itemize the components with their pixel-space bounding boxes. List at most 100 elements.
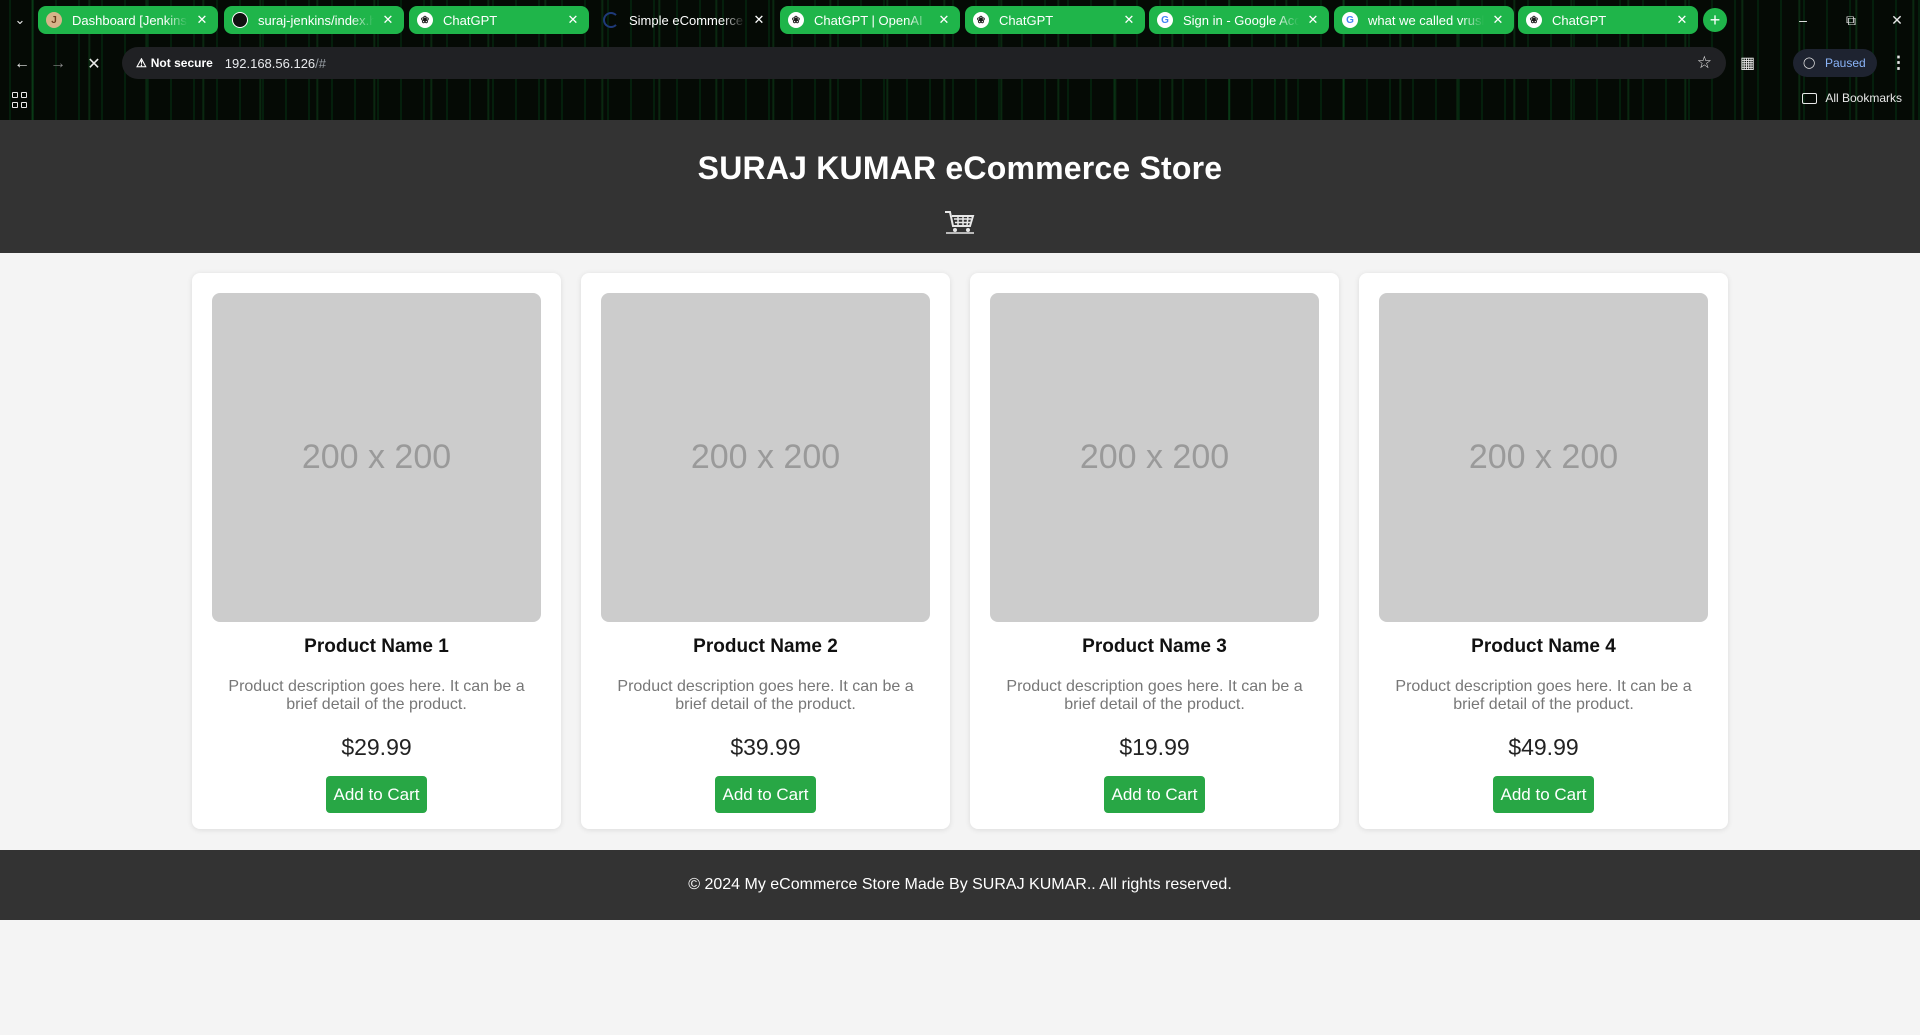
close-icon[interactable]: ✕ xyxy=(1305,12,1321,28)
google-icon: G xyxy=(1157,12,1173,28)
back-arrow-icon[interactable]: ← xyxy=(8,50,36,78)
restore-icon[interactable]: ⧉ xyxy=(1828,6,1874,34)
profile-button[interactable]: ◯ Paused xyxy=(1793,49,1877,77)
add-to-cart-button[interactable]: Add to Cart xyxy=(326,776,427,813)
openai-icon: ❀ xyxy=(973,12,989,28)
tab[interactable]: ❀ ChatGPT | OpenAI ✕ xyxy=(780,6,960,34)
product-description: Product description goes here. It can be… xyxy=(1006,678,1303,713)
product-card: 200 x 200 Product Name 2 Product descrip… xyxy=(581,273,950,829)
tab-title: Dashboard [Jenkins] xyxy=(72,12,188,28)
apps-grid-icon[interactable] xyxy=(10,90,30,110)
page-title: SURAJ KUMAR eCommerce Store xyxy=(697,150,1223,186)
tab-title: ChatGPT xyxy=(443,12,498,28)
close-icon[interactable]: ✕ xyxy=(1121,12,1137,28)
close-icon[interactable]: ✕ xyxy=(1674,12,1690,28)
openai-icon: ❀ xyxy=(788,12,804,28)
bookmark-star-icon[interactable]: ☆ xyxy=(1697,53,1712,73)
product-image-placeholder: 200 x 200 xyxy=(990,293,1319,622)
product-name: Product Name 2 xyxy=(693,636,838,657)
tab-title: what we called vrushabh xyxy=(1368,12,1484,28)
product-image-placeholder: 200 x 200 xyxy=(1379,293,1708,622)
tab[interactable]: suraj-jenkins/index.html ✕ xyxy=(224,6,404,34)
google-icon: G xyxy=(1342,12,1358,28)
jenkins-icon: J xyxy=(46,12,62,28)
tab-title: ChatGPT | OpenAI xyxy=(814,12,923,28)
image-placeholder-text: 200 x 200 xyxy=(301,438,452,476)
image-placeholder-text: 200 x 200 xyxy=(1468,438,1619,476)
site-header: SURAJ KUMAR eCommerce Store xyxy=(0,120,1920,253)
stop-loading-icon[interactable]: ✕ xyxy=(80,50,108,78)
product-price: $19.99 xyxy=(1119,734,1190,760)
tab-title: Sign in - Google Accounts xyxy=(1183,12,1299,28)
product-image-placeholder: 200 x 200 xyxy=(212,293,541,622)
shopping-cart-icon[interactable] xyxy=(944,209,976,240)
new-tab-button[interactable]: + xyxy=(1703,8,1727,32)
tab-strip: ⌄ J Dashboard [Jenkins] ✕ suraj-jenkins/… xyxy=(0,0,1920,40)
extensions-icon[interactable]: ▦ xyxy=(1740,53,1755,73)
tab-search-chevron-icon[interactable]: ⌄ xyxy=(8,8,32,32)
product-grid: 200 x 200 Product Name 1 Product descrip… xyxy=(0,253,1920,829)
product-price: $39.99 xyxy=(730,734,801,760)
close-icon[interactable]: ✕ xyxy=(936,12,952,28)
tab[interactable]: G Sign in - Google Accounts ✕ xyxy=(1149,6,1329,34)
product-price: $49.99 xyxy=(1508,734,1579,760)
tab-title: ChatGPT xyxy=(999,12,1054,28)
all-bookmarks-label: All Bookmarks xyxy=(1825,91,1902,105)
close-window-icon[interactable]: ✕ xyxy=(1874,6,1920,34)
bookmarks-bar: All Bookmarks xyxy=(0,86,1920,114)
image-placeholder-text: 200 x 200 xyxy=(690,438,841,476)
product-card: 200 x 200 Product Name 1 Product descrip… xyxy=(192,273,561,829)
more-menu-icon[interactable]: ⋮ xyxy=(1890,53,1907,73)
product-card: 200 x 200 Product Name 4 Product descrip… xyxy=(1359,273,1728,829)
tab-title: suraj-jenkins/index.html xyxy=(258,12,374,28)
close-icon[interactable]: ✕ xyxy=(194,12,210,28)
tab-active[interactable]: Simple eCommerce Page ✕ xyxy=(595,6,775,34)
profile-icon: ◯ xyxy=(1803,57,1816,69)
browser-toolbar: ← → ✕ ⚠ Not secure 192.168.56.126/# ☆ ▦ … xyxy=(0,44,1920,82)
product-image-placeholder: 200 x 200 xyxy=(601,293,930,622)
url-path: /# xyxy=(315,55,327,71)
tab[interactable]: ❀ ChatGPT ✕ xyxy=(965,6,1145,34)
product-description: Product description goes here. It can be… xyxy=(1395,678,1692,713)
site-footer: © 2024 My eCommerce Store Made By SURAJ … xyxy=(0,850,1920,920)
product-name: Product Name 4 xyxy=(1471,636,1616,657)
security-indicator[interactable]: ⚠ Not secure xyxy=(130,56,221,70)
page-viewport: SURAJ KUMAR eCommerce Store 200 x 200 Pr… xyxy=(0,120,1920,1035)
close-icon[interactable]: ✕ xyxy=(565,12,581,28)
forward-arrow-icon[interactable]: → xyxy=(44,50,72,78)
add-to-cart-button[interactable]: Add to Cart xyxy=(715,776,816,813)
tab-title: ChatGPT xyxy=(1552,12,1607,28)
tab[interactable]: J Dashboard [Jenkins] ✕ xyxy=(38,6,218,34)
add-to-cart-button[interactable]: Add to Cart xyxy=(1104,776,1205,813)
tab[interactable]: G what we called vrushabh ✕ xyxy=(1334,6,1514,34)
product-card: 200 x 200 Product Name 3 Product descrip… xyxy=(970,273,1339,829)
product-name: Product Name 1 xyxy=(304,636,449,657)
url-text[interactable]: 192.168.56.126/# xyxy=(225,56,326,71)
tab[interactable]: ❀ ChatGPT ✕ xyxy=(409,6,589,34)
close-icon[interactable]: ✕ xyxy=(1490,12,1506,28)
image-placeholder-text: 200 x 200 xyxy=(1079,438,1230,476)
warning-icon: ⚠ xyxy=(136,56,147,70)
folder-icon xyxy=(1802,92,1818,104)
close-icon[interactable]: ✕ xyxy=(380,12,396,28)
product-price: $29.99 xyxy=(341,734,412,760)
browser-chrome: ⌄ J Dashboard [Jenkins] ✕ suraj-jenkins/… xyxy=(0,0,1920,120)
product-description: Product description goes here. It can be… xyxy=(617,678,914,713)
openai-icon: ❀ xyxy=(417,12,433,28)
tab[interactable]: ❀ ChatGPT ✕ xyxy=(1518,6,1698,34)
github-icon xyxy=(232,12,248,28)
all-bookmarks-button[interactable]: All Bookmarks xyxy=(1802,91,1902,105)
openai-icon: ❀ xyxy=(1526,12,1542,28)
security-label: Not secure xyxy=(150,56,213,70)
url-host: 192.168.56.126 xyxy=(224,55,316,71)
close-icon[interactable]: ✕ xyxy=(751,12,767,28)
address-bar[interactable]: ⚠ Not secure 192.168.56.126/# ☆ xyxy=(122,47,1726,79)
product-name: Product Name 3 xyxy=(1082,636,1227,657)
add-to-cart-button[interactable]: Add to Cart xyxy=(1493,776,1594,813)
footer-copyright: © 2024 My eCommerce Store Made By SURAJ … xyxy=(688,876,1232,893)
profile-status: Paused xyxy=(1825,56,1866,70)
tab-title: Simple eCommerce Page xyxy=(629,12,745,28)
minimize-icon[interactable]: – xyxy=(1780,6,1826,34)
product-description: Product description goes here. It can be… xyxy=(228,678,525,713)
loading-icon xyxy=(603,12,619,28)
